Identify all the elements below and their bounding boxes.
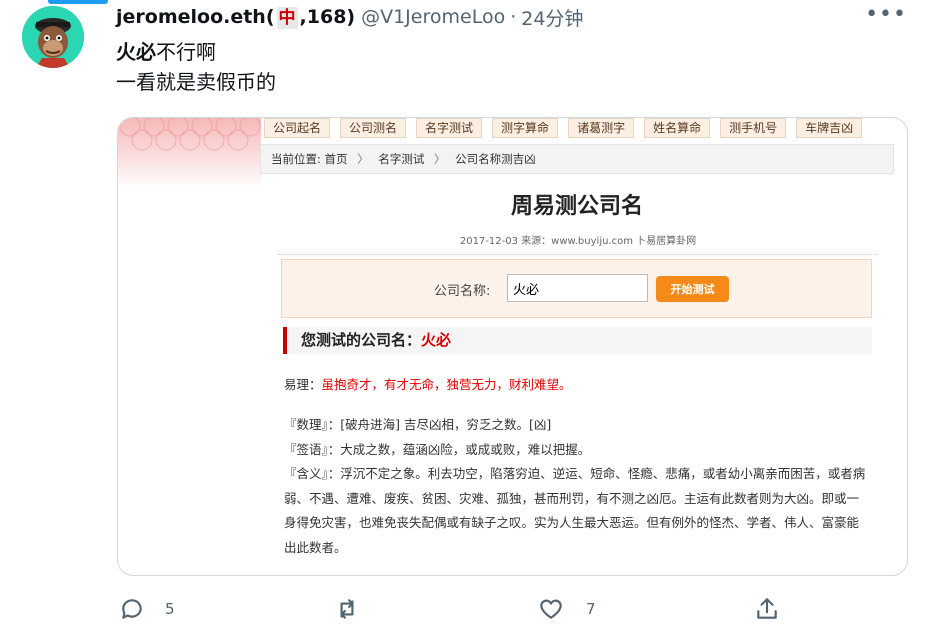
- heart-icon: [540, 599, 562, 619]
- yili-label: 易理：: [284, 377, 322, 392]
- nav-item[interactable]: 车牌吉凶: [796, 118, 863, 138]
- more-options-icon[interactable]: •••: [865, 2, 907, 27]
- display-name-part: ,168): [299, 5, 356, 28]
- like-button[interactable]: 7: [538, 594, 596, 624]
- flag-emoji-icon: 中: [276, 6, 298, 29]
- tweet-header: jeromeloo.eth(中 ,168) @V1JeromeLoo · 24分钟: [116, 4, 583, 30]
- nav-item[interactable]: 公司测名: [340, 118, 407, 138]
- site-nav: 公司起名 公司测名 名字测试 测字算命 诸葛测字 姓名算命 测手机号 车牌吉凶: [264, 118, 907, 138]
- like-count: 7: [586, 600, 596, 618]
- reply-button[interactable]: 5: [119, 594, 175, 624]
- share-icon: [757, 598, 777, 619]
- tweet-actions: 5 7: [0, 594, 929, 624]
- breadcrumb-label: 当前位置:: [271, 152, 321, 166]
- reply-icon: [122, 599, 142, 619]
- nav-item[interactable]: 名字测试: [416, 118, 483, 138]
- breadcrumb: 当前位置: 首页 〉 名字测试 〉 公司名称测吉凶: [260, 144, 894, 174]
- result-line: 『签语』：大成之数，蕴涵凶险，或成或败，难以把握。: [284, 441, 591, 457]
- decorative-pattern-icon: [119, 118, 261, 151]
- nav-item[interactable]: 姓名算命: [644, 118, 711, 138]
- nav-item[interactable]: 诸葛测字: [568, 118, 635, 138]
- result-body: 『数理』：[破舟进海] 吉尽凶相，穷乏之数。[凶] 『签语』：大成之数，蕴涵凶险…: [284, 413, 869, 560]
- retweet-button[interactable]: [334, 594, 380, 624]
- timestamp[interactable]: 24分钟: [521, 4, 583, 31]
- start-test-button[interactable]: 开始测试: [656, 276, 729, 302]
- retweet-icon: [340, 599, 354, 619]
- display-name[interactable]: jeromeloo.eth(中 ,168): [116, 6, 355, 29]
- nav-item[interactable]: 测字算命: [492, 118, 559, 138]
- company-name-label: 公司名称:: [434, 284, 491, 299]
- ape-avatar-icon: [22, 6, 84, 68]
- yili-text: 虽抱奇才，有才无命，独营无力，财利难望。: [321, 377, 572, 392]
- tweet-line-2: 一看就是卖假币的: [116, 70, 276, 94]
- breadcrumb-item[interactable]: 公司名称测吉凶: [455, 152, 536, 166]
- breadcrumb-item[interactable]: 名字测试: [378, 152, 424, 166]
- display-name-part: jeromeloo.eth(: [116, 5, 275, 28]
- tweet-bold-text: 火必: [116, 40, 156, 64]
- company-name-input[interactable]: [507, 274, 648, 302]
- result-line: 『数理』：[破舟进海] 吉尽凶相，穷乏之数。[凶]: [284, 417, 552, 432]
- share-button[interactable]: [754, 594, 780, 624]
- nav-item[interactable]: 公司起名: [264, 118, 331, 138]
- result-label: 您测试的公司名：: [301, 331, 422, 349]
- tweet-text-rest: 不行啊: [156, 40, 216, 64]
- tweet-media-image[interactable]: 公司起名 公司测名 名字测试 测字算命 诸葛测字 姓名算命 测手机号 车牌吉凶 …: [117, 117, 908, 576]
- result-heading: 您测试的公司名：火必: [283, 327, 872, 354]
- company-name-form: 公司名称: 开始测试: [281, 259, 872, 318]
- user-handle[interactable]: @V1JeromeLoo: [361, 6, 505, 28]
- page-title: 周易测公司名: [510, 194, 643, 219]
- result-line: 『含义』：浮沉不定之象。利去功空，陷落穷迫、逆运、短命、怪瘾、悲痛，或者幼小离亲…: [284, 466, 866, 555]
- reply-count: 5: [165, 600, 175, 618]
- breadcrumb-separator: 〉: [434, 152, 446, 166]
- breadcrumb-home[interactable]: 首页: [325, 152, 348, 166]
- tweet-line-1: 火必不行啊: [116, 37, 276, 67]
- yili-line: 易理：虽抱奇才，有才无命，独营无力，财利难望。: [284, 374, 572, 393]
- tweet-text: 火必不行啊 一看就是卖假币的: [116, 37, 276, 97]
- separator-dot: ·: [510, 6, 517, 28]
- article-meta: 2017-12-03 来源：www.buyiju.com 卜易居算卦网: [278, 232, 878, 255]
- nav-item[interactable]: 测手机号: [720, 118, 787, 138]
- result-company-name: 火必: [421, 331, 452, 349]
- avatar[interactable]: [22, 6, 84, 68]
- active-tab-indicator: [48, 0, 108, 4]
- breadcrumb-separator: 〉: [357, 152, 369, 166]
